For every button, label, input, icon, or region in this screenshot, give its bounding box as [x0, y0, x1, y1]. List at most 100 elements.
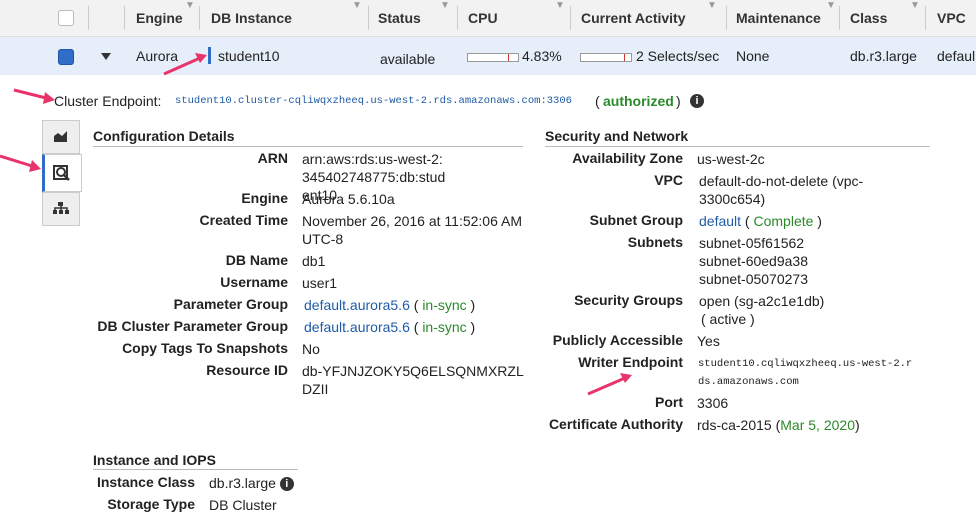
vpc-link[interactable]: default-do-not-delete (vpc-3300c654) [699, 172, 889, 208]
certificate-authority-value: rds-ca-2015 (Mar 5, 2020) [697, 417, 860, 433]
table-header: Engine ▼ DB Instance ▼ Status ▼ CPU ▼ Cu… [0, 0, 976, 37]
authorized-close-paren: ) [676, 93, 681, 109]
annotation-arrow-icon [163, 53, 207, 76]
divider [545, 146, 930, 147]
username-value: user1 [302, 275, 338, 291]
activity-bar [580, 53, 632, 62]
subnet-link[interactable]: subnet-05070273 [699, 270, 808, 288]
instance-class-value: db.r3.large i [209, 474, 294, 492]
created-time-value: November 26, 2016 at 11:52:06 AM UTC-8 [302, 213, 522, 247]
authorized-open-paren: ( [595, 93, 600, 109]
divider [93, 146, 523, 147]
subnet-group-status: Complete [753, 213, 814, 229]
sort-caret-icon[interactable]: ▼ [352, 0, 362, 11]
row-instance[interactable]: student10 [218, 37, 280, 75]
az-label: Availability Zone [572, 150, 683, 166]
table-row[interactable]: Aurora student10 available 4.83% 2 Selec… [0, 37, 976, 75]
col-current-activity[interactable]: Current Activity [581, 0, 686, 36]
resource-id-label: Resource ID [206, 362, 288, 378]
az-value: us-west-2c [697, 151, 765, 167]
row-vpc: defaul [937, 48, 976, 64]
sort-caret-icon[interactable]: ▼ [440, 0, 450, 11]
certificate-authority-label: Certificate Authority [548, 416, 683, 432]
ca-expiry: Mar 5, 2020 [780, 417, 855, 433]
row-activity: 2 Selects/sec [636, 48, 720, 64]
subnet-group-value: default ( Complete ) [699, 213, 822, 229]
tab-topology[interactable] [42, 192, 80, 226]
row-status: available [380, 51, 436, 67]
subnets-label: Subnets [627, 234, 683, 250]
select-all-checkbox[interactable] [58, 10, 74, 26]
col-maintenance[interactable]: Maintenance [736, 0, 821, 36]
annotation-arrow-icon [587, 373, 632, 396]
publicly-accessible-value: Yes [697, 333, 720, 349]
column-divider [457, 6, 458, 30]
sort-caret-icon[interactable]: ▼ [555, 0, 565, 11]
column-divider [124, 6, 125, 30]
username-label: Username [220, 274, 288, 290]
security-group-status: ( active ) [701, 311, 755, 327]
security-groups-label: Security Groups [574, 292, 683, 308]
iops-title: Instance and IOPS [93, 452, 216, 468]
expand-caret-icon[interactable] [101, 53, 111, 60]
column-divider [726, 6, 727, 30]
sort-caret-icon[interactable]: ▼ [707, 0, 717, 11]
cluster-parameter-group-link[interactable]: default.aurora5.6 [304, 319, 410, 335]
row-maintenance: None [736, 48, 770, 64]
cpu-bar [467, 53, 519, 62]
sort-caret-icon[interactable]: ▼ [826, 0, 836, 11]
info-icon[interactable]: i [690, 94, 704, 108]
info-icon[interactable]: i [279, 477, 294, 492]
col-db-instance[interactable]: DB Instance [211, 0, 292, 36]
subnet-link[interactable]: subnet-05f61562 [699, 234, 804, 252]
column-divider [199, 6, 200, 30]
security-group-link[interactable]: open (sg-a2c1e1db) [699, 292, 824, 310]
ca-name: rds-ca-2015 [697, 417, 772, 433]
instance-class-text: db.r3.large [209, 475, 276, 491]
config-title: Configuration Details [93, 128, 235, 144]
parameter-group-link[interactable]: default.aurora5.6 [304, 297, 410, 313]
authorized-status: authorized [603, 93, 674, 109]
column-divider [368, 6, 369, 30]
engine-label: Engine [241, 190, 288, 206]
db-name-label: DB Name [225, 252, 288, 268]
port-value: 3306 [697, 395, 729, 411]
col-engine[interactable]: Engine [136, 0, 183, 36]
sort-caret-icon[interactable]: ▼ [910, 0, 920, 11]
copy-tags-label: Copy Tags To Snapshots [122, 340, 288, 356]
copy-tags-value: No [302, 341, 320, 357]
column-divider [88, 6, 89, 30]
cluster-endpoint-value[interactable]: student10.cluster-cqliwqxzheeq.us-west-2… [175, 95, 572, 107]
annotation-arrow-icon [13, 88, 55, 104]
subnet-group-link[interactable]: default [699, 213, 741, 229]
cluster-parameter-group-value: default.aurora5.6 ( in-sync ) [304, 319, 476, 335]
col-class[interactable]: Class [850, 0, 887, 36]
subnet-link[interactable]: subnet-60ed9a38 [699, 252, 808, 270]
col-vpc[interactable]: VPC [937, 0, 966, 36]
col-cpu[interactable]: CPU [468, 0, 498, 36]
sort-caret-icon[interactable]: ▼ [185, 0, 195, 11]
column-divider [570, 6, 571, 30]
vpc-label: VPC [654, 172, 683, 188]
row-checkbox[interactable] [58, 49, 74, 65]
engine-value: Aurora 5.6.10a [302, 191, 395, 207]
cluster-parameter-group-status: in-sync [422, 319, 467, 335]
security-title: Security and Network [545, 128, 689, 144]
cluster-parameter-group-label: DB Cluster Parameter Group [97, 318, 288, 334]
cluster-endpoint-bar: Cluster Endpoint: student10.cluster-cqli… [0, 78, 976, 122]
col-status[interactable]: Status [378, 0, 421, 36]
cluster-endpoint-label: Cluster Endpoint: [54, 93, 162, 109]
hierarchy-icon [53, 202, 69, 214]
storage-type-label: Storage Type [107, 496, 195, 512]
writer-endpoint-label: Writer Endpoint [578, 354, 683, 370]
subnet-group-label: Subnet Group [589, 212, 683, 228]
annotation-arrow-icon [0, 154, 41, 172]
writer-endpoint-value[interactable]: student10.cqliwqxzheeq.us-west-2.rds.ama… [698, 355, 913, 391]
parameter-group-status: in-sync [422, 297, 467, 313]
publicly-accessible-label: Publicly Accessible [552, 332, 683, 348]
arn-label: ARN [257, 150, 288, 166]
resource-id-value: db-YFJNJZOKY5Q6ELSQNMXRZLDZII [302, 363, 524, 397]
column-divider [925, 6, 926, 30]
tab-monitoring[interactable] [42, 120, 80, 154]
tab-details[interactable] [42, 154, 82, 192]
